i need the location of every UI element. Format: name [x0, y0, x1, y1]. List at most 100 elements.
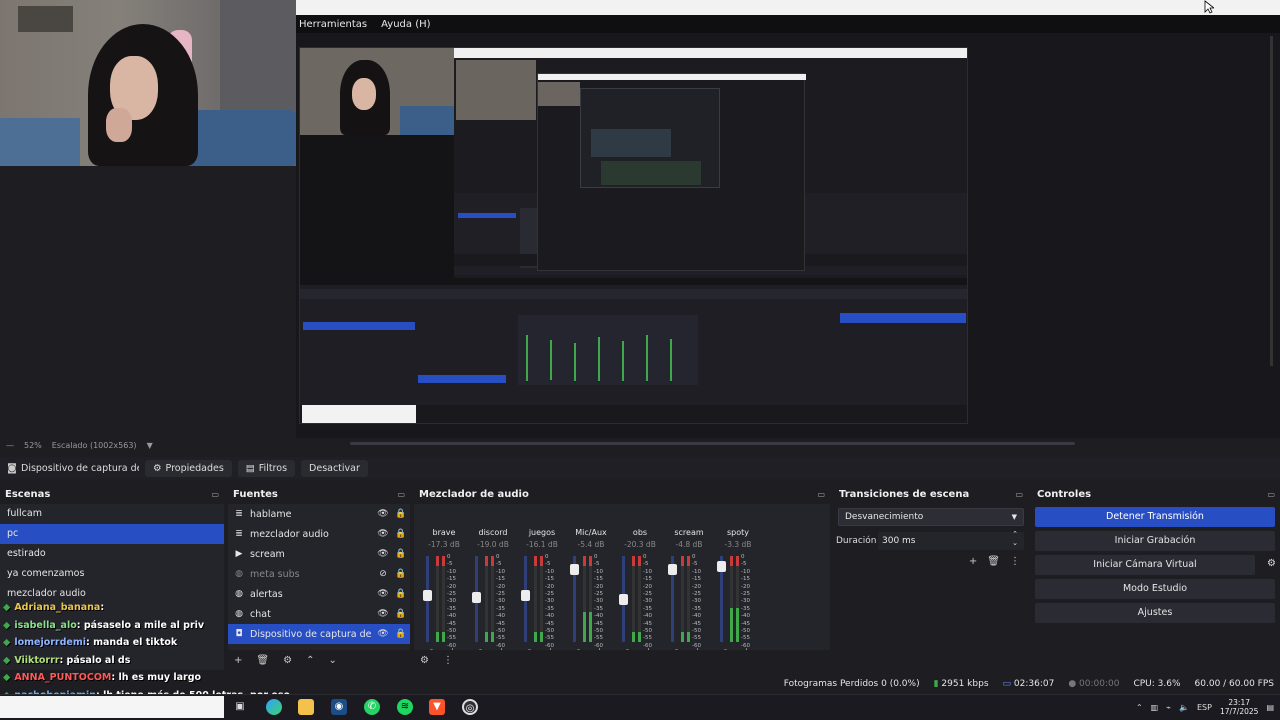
stop-streaming-button[interactable]: Detener Transmisión [1035, 507, 1275, 527]
meter-level [540, 632, 543, 642]
whatsapp-icon[interactable]: ✆ [364, 699, 380, 715]
menu-herramientas[interactable]: Herramientas [299, 19, 367, 30]
zoom-scale[interactable]: Escalado (1002x563) [52, 441, 137, 450]
lock-icon[interactable]: 🔒 [392, 629, 410, 639]
preview-vertical-scrollbar[interactable] [1270, 36, 1273, 366]
lock-icon[interactable]: 🔒 [392, 569, 410, 579]
file-explorer-icon[interactable] [298, 699, 314, 715]
cpu-usage: CPU: 3.6% [1133, 679, 1181, 689]
duration-input[interactable]: 300 ms ⌃ ⌄ [878, 530, 1024, 550]
more-icon[interactable]: ⋮ [1010, 556, 1020, 567]
notification-icon[interactable]: ▤ [1266, 703, 1274, 712]
audio-mixer-dock: Mezclador de audio ▭ brave -17.3 dB 0 -5 -10-… [414, 486, 830, 670]
volume-fader-knob[interactable] [521, 589, 530, 601]
lock-icon[interactable]: 🔒 [392, 609, 410, 619]
eye-icon[interactable]: 👁 [374, 609, 392, 619]
deactivate-button[interactable]: Desactivar [301, 459, 368, 477]
stepper-icon[interactable]: ⌃ ⌄ [1012, 530, 1018, 548]
advanced-audio-icon[interactable]: ⚙ [420, 655, 429, 666]
current-source-name: Dispositivo de captura de v [21, 462, 139, 474]
volume-fader-knob[interactable] [619, 594, 628, 605]
channel-name: brave [432, 528, 456, 537]
meter-peak [638, 556, 641, 566]
studio-mode-button[interactable]: Modo Estudio [1035, 579, 1275, 599]
eye-icon[interactable]: 👁 [374, 589, 392, 599]
float-dock-icon[interactable]: ▭ [817, 490, 825, 499]
start-virtual-camera-button[interactable]: Iniciar Cámara Virtual [1035, 555, 1255, 575]
start-recording-button[interactable]: Iniciar Grabación [1035, 531, 1275, 551]
filters-button[interactable]: ▤ Filtros [237, 459, 296, 477]
meter-level [730, 608, 733, 642]
preview-horizontal-scrollbar[interactable] [350, 442, 1075, 445]
transitions-title: Transiciones de escena [839, 488, 970, 500]
volume-fader-knob[interactable] [423, 589, 432, 601]
task-view-icon[interactable]: ▣ [232, 699, 248, 715]
volume-fader-knob[interactable] [668, 563, 677, 575]
float-dock-icon[interactable]: ▭ [397, 490, 405, 499]
float-dock-icon[interactable]: ▭ [1015, 490, 1023, 499]
gear-icon[interactable]: ⚙ [1267, 558, 1276, 569]
level-meter-right [491, 556, 494, 642]
spotify-icon[interactable]: ≋ [397, 699, 413, 715]
meter-peak [681, 556, 684, 566]
scene-item-pc[interactable]: pc [0, 524, 224, 544]
mixer-channels: brave -17.3 dB 0 -5 -10 -15 -20 -25 -30 -35 -40 -45… [414, 504, 830, 670]
scene-item-fullcam[interactable]: fullcam [0, 504, 224, 524]
chat-badge-icon: ◆ [3, 602, 11, 613]
properties-button[interactable]: ⚙ Propiedades [145, 459, 232, 477]
eye-icon[interactable]: 👁 [374, 549, 392, 559]
copilot-icon[interactable] [266, 699, 282, 715]
meter-level [491, 632, 494, 642]
source-item[interactable]: ▶ scream 👁 🔒 [228, 544, 410, 564]
meter-level [485, 632, 488, 642]
trash-icon[interactable]: 🗑 [987, 556, 1000, 567]
volume-fader-knob[interactable] [717, 561, 726, 573]
add-icon[interactable]: + [969, 556, 977, 567]
channel-db: -4.8 dB [675, 540, 703, 549]
meter-level [589, 612, 592, 642]
network-icon[interactable]: ▥ [1151, 703, 1159, 712]
eye-icon[interactable]: 👁 [374, 629, 392, 639]
taskbar-search-box[interactable] [0, 696, 224, 718]
move-down-icon[interactable]: ⌄ [328, 655, 336, 666]
volume-fader-knob[interactable] [570, 563, 579, 575]
zoom-dropdown-icon[interactable]: ▼ [147, 441, 153, 450]
scene-item-estirado[interactable]: estirado [0, 544, 224, 564]
eye-icon[interactable]: 👁 [374, 529, 392, 539]
channel-name: juegos [528, 528, 556, 537]
source-item[interactable]: ◍ meta subs ⊘ 🔒 [228, 564, 410, 584]
eye-off-icon[interactable]: ⊘ [374, 569, 392, 579]
menu-ayuda[interactable]: Ayuda (H) [381, 19, 430, 30]
chevron-up-icon[interactable]: ⌃ [1136, 703, 1143, 712]
lock-icon[interactable]: 🔒 [392, 549, 410, 559]
lock-icon[interactable]: 🔒 [392, 589, 410, 599]
volume-icon[interactable]: 🔈 [1179, 703, 1189, 712]
source-item[interactable]: ≣ hablame 👁 🔒 [228, 504, 410, 524]
zoom-collapse-icon[interactable]: — [6, 441, 14, 450]
source-type-icon: ◍ [235, 569, 243, 579]
clock-time: 23:17 [1228, 698, 1251, 707]
language-label[interactable]: ESP [1197, 703, 1212, 712]
stream-icon: ▭ [1002, 679, 1012, 689]
source-item[interactable]: ≣ mezclador audio 👁 🔒 [228, 524, 410, 544]
mixer-channel: Mic/Aux -5.4 dB 0 -5 -10 -15 -20 -25 -30 -35 -40 -4… [567, 522, 615, 664]
level-meter-left [583, 556, 586, 642]
float-dock-icon[interactable]: ▭ [1267, 490, 1275, 499]
clock[interactable]: 23:17 17/7/2025 [1220, 698, 1258, 716]
steam-icon[interactable]: ◉ [331, 699, 347, 715]
volume-fader-knob[interactable] [472, 592, 481, 604]
obs-icon[interactable]: ◎ [462, 699, 478, 715]
settings-button[interactable]: Ajustes [1035, 603, 1275, 623]
channel-db: -20.3 dB [624, 540, 656, 549]
more-icon[interactable]: ⋮ [443, 655, 453, 666]
lock-icon[interactable]: 🔒 [392, 509, 410, 519]
brave-icon[interactable]: ▼ [429, 699, 445, 715]
float-dock-icon[interactable]: ▭ [211, 490, 219, 499]
move-up-icon[interactable]: ⌃ [306, 655, 314, 666]
scene-item-ya-comenzamos[interactable]: ya comenzamos [0, 564, 224, 584]
camera-icon: ◙ [7, 462, 17, 474]
usb-icon[interactable]: ⌁ [1166, 703, 1171, 712]
lock-icon[interactable]: 🔒 [392, 529, 410, 539]
eye-icon[interactable]: 👁 [374, 509, 392, 519]
transition-select[interactable]: Desvanecimiento ▼ [838, 508, 1024, 526]
